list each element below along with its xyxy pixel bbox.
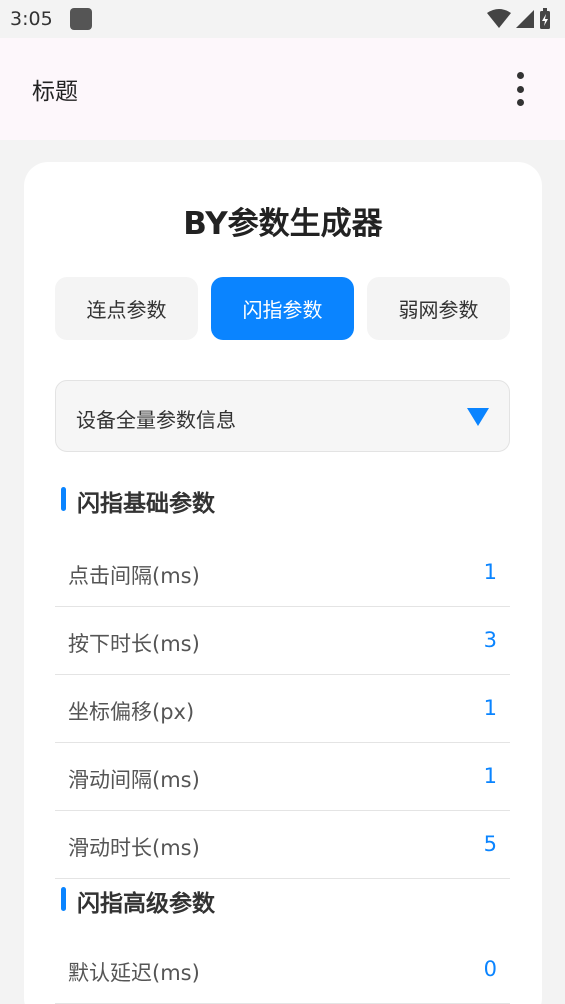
status-bar: 3:05	[0, 0, 565, 38]
param-row[interactable]: 滑动时长(ms) 5	[55, 811, 510, 879]
param-row[interactable]: 按下时长(ms) 3	[55, 607, 510, 675]
page-title: 标题	[32, 79, 78, 105]
notification-icon	[70, 8, 92, 30]
param-value: 1	[483, 764, 497, 788]
tab-flash-params[interactable]: 闪指参数	[211, 277, 354, 340]
battery-icon	[540, 8, 550, 29]
param-value: 1	[483, 560, 497, 584]
param-value: 0	[483, 957, 497, 981]
section-title: 闪指基础参数	[77, 491, 215, 517]
tab-weak-network-params[interactable]: 弱网参数	[367, 277, 510, 340]
param-label: 按下时长(ms)	[68, 632, 200, 656]
device-params-dropdown[interactable]: 设备全量参数信息	[55, 380, 510, 452]
section-accent-bar	[61, 887, 66, 911]
section-title: 闪指高级参数	[77, 891, 215, 917]
more-vert-icon-dot	[516, 85, 524, 93]
param-label: 滑动时长(ms)	[68, 836, 200, 860]
param-row[interactable]: 点击间隔(ms) 1	[55, 539, 510, 607]
dropdown-label: 设备全量参数信息	[76, 408, 236, 432]
param-row[interactable]: 默认延迟(ms) 0	[55, 936, 510, 1004]
param-label: 默认延迟(ms)	[68, 961, 200, 985]
card-title: BY参数生成器	[183, 206, 383, 242]
param-label: 滑动间隔(ms)	[68, 768, 200, 792]
tab-bar: 连点参数 闪指参数 弱网参数	[55, 277, 510, 340]
section-accent-bar	[61, 487, 66, 511]
signal-icon	[516, 10, 534, 28]
more-options-button[interactable]	[513, 72, 527, 106]
status-time: 3:05	[10, 8, 53, 30]
status-icons	[487, 8, 551, 30]
param-row[interactable]: 滑动间隔(ms) 1	[55, 743, 510, 811]
app-bar: 标题	[0, 38, 565, 140]
more-vert-icon-dot	[516, 99, 524, 106]
param-label: 点击间隔(ms)	[68, 564, 200, 588]
param-row[interactable]: 坐标偏移(px) 1	[55, 675, 510, 743]
more-vert-icon-dot	[516, 72, 524, 79]
tab-click-params[interactable]: 连点参数	[55, 277, 198, 340]
param-value: 1	[483, 696, 497, 720]
param-label: 坐标偏移(px)	[68, 700, 195, 724]
param-value: 3	[483, 628, 497, 652]
param-value: 5	[483, 832, 497, 856]
main-card: BY参数生成器 连点参数 闪指参数 弱网参数 设备全量参数信息 闪指基础参数 点…	[24, 162, 542, 1004]
triangle-down-icon	[467, 408, 489, 426]
wifi-icon	[487, 9, 511, 28]
